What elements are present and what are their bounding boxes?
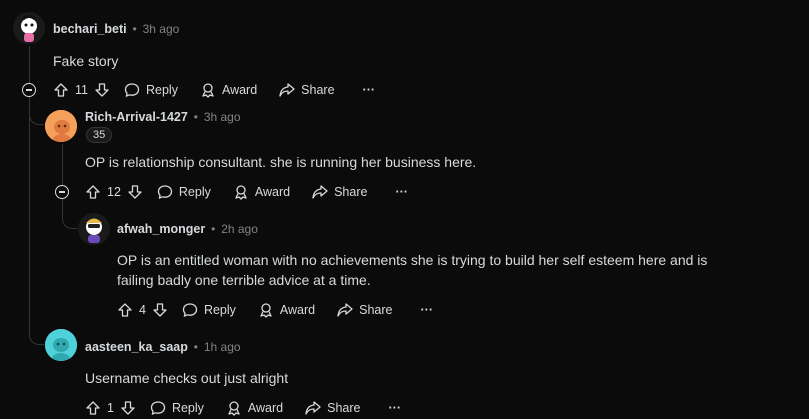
share-button[interactable]: Share <box>279 82 335 98</box>
more-options-button[interactable]: ··· <box>421 303 434 317</box>
timestamp[interactable]: 3h ago <box>143 22 180 36</box>
award-label: Award <box>279 303 316 317</box>
comment-body: Fake story <box>53 53 119 69</box>
vote-count: 12 <box>107 185 121 199</box>
share-label: Share <box>359 303 393 317</box>
downvote-icon[interactable] <box>120 400 136 416</box>
share-label: Share <box>301 83 335 97</box>
share-icon <box>305 400 321 416</box>
comment-body: Username checks out just alright <box>85 370 289 386</box>
author-name[interactable]: aasteen_ka_saap <box>85 340 188 354</box>
vote-group: 4 <box>117 302 168 318</box>
downvote-icon[interactable] <box>152 302 168 318</box>
snoo-avatar-icon <box>78 213 110 245</box>
separator-dot: • <box>132 22 137 36</box>
reply-button[interactable]: Reply <box>182 302 236 318</box>
vote-group: 11 <box>53 82 110 98</box>
award-icon <box>258 302 274 318</box>
collapse-button[interactable] <box>55 185 69 199</box>
separator-dot: • <box>193 110 198 124</box>
separator-dot: • <box>211 222 216 236</box>
award-button[interactable]: Award <box>258 302 315 318</box>
reply-button[interactable]: Reply <box>124 82 178 98</box>
thread-curve <box>29 330 44 345</box>
vote-group: 12 <box>85 184 143 200</box>
vote-count: 11 <box>75 83 88 97</box>
comment-actions: 12 Reply Award Share ··· <box>85 181 408 203</box>
avatar[interactable] <box>78 213 110 245</box>
separator-dot: • <box>193 340 198 354</box>
snoo-avatar-icon <box>13 12 45 44</box>
author-name[interactable]: Rich-Arrival-1427 <box>85 110 188 124</box>
share-icon <box>337 302 353 318</box>
share-icon <box>279 82 295 98</box>
reply-label: Reply <box>203 303 236 317</box>
comment-header: aasteen_ka_saap • 1h ago <box>85 338 241 354</box>
share-icon <box>312 184 328 200</box>
snoo-avatar-icon <box>45 329 77 361</box>
downvote-icon[interactable] <box>94 82 110 98</box>
comment-body: OP is relationship consultant. she is ru… <box>85 154 477 170</box>
comment-body-line: failing badly one terrible advice at a t… <box>117 272 371 288</box>
timestamp[interactable]: 3h ago <box>204 110 241 124</box>
upvote-icon[interactable] <box>85 400 101 416</box>
reply-icon <box>124 82 140 98</box>
share-label: Share <box>334 185 368 199</box>
avatar[interactable] <box>13 12 45 44</box>
share-button[interactable]: Share <box>337 302 393 318</box>
vote-group: 1 <box>85 400 136 416</box>
share-button[interactable]: Share <box>312 184 367 200</box>
timestamp[interactable]: 2h ago <box>221 222 258 236</box>
upvote-icon[interactable] <box>53 82 69 98</box>
award-button[interactable]: Award <box>226 400 283 416</box>
award-label: Award <box>221 83 258 97</box>
reply-label: Reply <box>178 185 211 199</box>
user-flair: 35 <box>86 127 113 143</box>
author-name[interactable]: afwah_monger <box>117 222 205 236</box>
snoo-avatar-icon <box>45 110 77 142</box>
comment-header: Rich-Arrival-1427 • 3h ago <box>85 108 241 124</box>
downvote-icon[interactable] <box>127 184 143 200</box>
more-options-button[interactable]: ··· <box>363 83 376 97</box>
award-button[interactable]: Award <box>200 82 257 98</box>
reply-icon <box>182 302 198 318</box>
thread-line-nested <box>62 144 63 214</box>
reply-label: Reply <box>145 83 178 97</box>
reply-icon <box>150 400 166 416</box>
thread-curve <box>29 110 44 125</box>
comment-actions: 11 Reply Award Share ··· <box>53 79 375 101</box>
award-label: Award <box>254 185 291 199</box>
avatar[interactable] <box>45 110 77 142</box>
more-options-button[interactable]: ··· <box>389 401 402 415</box>
share-label: Share <box>327 401 361 415</box>
reply-icon <box>157 184 173 200</box>
reply-button[interactable]: Reply <box>150 400 204 416</box>
vote-count: 1 <box>107 401 114 415</box>
award-button[interactable]: Award <box>233 184 290 200</box>
avatar[interactable] <box>45 329 77 361</box>
award-icon <box>233 184 249 200</box>
timestamp[interactable]: 1h ago <box>204 340 241 354</box>
share-button[interactable]: Share <box>305 400 361 416</box>
collapse-button[interactable] <box>22 83 36 97</box>
author-name[interactable]: bechari_beti <box>53 22 127 36</box>
award-icon <box>200 82 216 98</box>
comment-actions: 1 Reply Award Share ··· <box>85 397 401 419</box>
comment-body-line: OP is an entitled woman with no achievem… <box>117 252 708 268</box>
comment-header: afwah_monger • 2h ago <box>117 220 258 236</box>
more-options-button[interactable]: ··· <box>395 185 408 199</box>
reply-label: Reply <box>171 401 204 415</box>
vote-count: 4 <box>139 303 146 317</box>
thread-curve <box>62 214 77 229</box>
award-label: Award <box>247 401 284 415</box>
award-icon <box>226 400 242 416</box>
upvote-icon[interactable] <box>85 184 101 200</box>
reply-button[interactable]: Reply <box>157 184 211 200</box>
comment-actions: 4 Reply Award Share ··· <box>117 299 433 321</box>
upvote-icon[interactable] <box>117 302 133 318</box>
comment-header: bechari_beti • 3h ago <box>53 20 179 36</box>
